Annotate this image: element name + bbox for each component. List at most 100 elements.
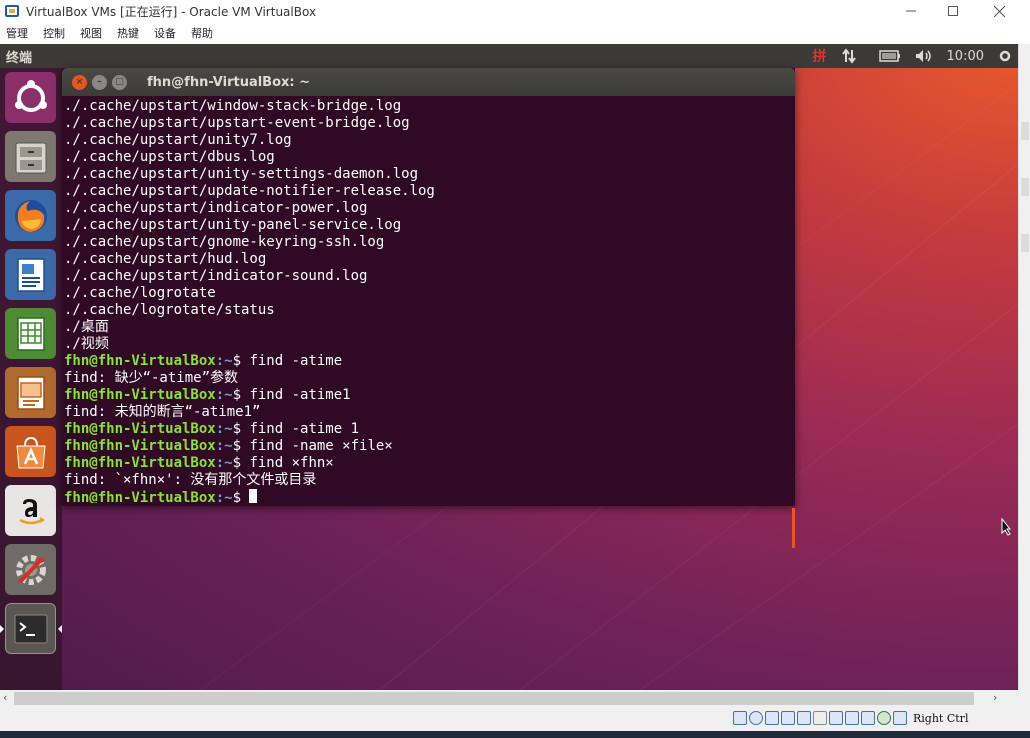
- terminal-output-line: ./.cache/upstart/update-notifier-release…: [64, 183, 790, 200]
- horizontal-scroll-thumb[interactable]: [14, 692, 974, 705]
- terminal-output-line: find: `×fhn×': 没有那个文件或目录: [64, 472, 790, 489]
- prompt-sign: $: [232, 421, 242, 437]
- output-text: ./.cache/upstart/dbus.log: [64, 149, 275, 165]
- host-window-title: VirtualBox VMs [正在运行] - Oracle VM Virtua…: [26, 4, 317, 19]
- ubuntu-top-panel: 终端 拼 10:00: [0, 44, 1018, 68]
- terminal-output-line: ./.cache/upstart/unity-panel-service.log: [64, 217, 790, 234]
- launcher-impress[interactable]: [5, 367, 56, 418]
- guest-display[interactable]: 终端 拼 10:00 × – □ fhn@fhn-VirtualBox: ~ .…: [0, 44, 1018, 690]
- menu-manage[interactable]: 管理: [6, 23, 28, 43]
- battery-indicator[interactable]: [878, 50, 901, 62]
- command-text: [241, 490, 249, 503]
- focused-app-pip: [58, 625, 62, 633]
- software-center-icon: [15, 436, 46, 468]
- output-text: ./.cache/upstart/unity-panel-service.log: [64, 217, 402, 233]
- launcher-amazon[interactable]: [5, 485, 56, 536]
- terminal-output-line: ./.cache/upstart/indicator-power.log: [64, 200, 790, 217]
- network-indicator[interactable]: [841, 48, 857, 64]
- vm-statusbar: Right Ctrl: [0, 707, 1030, 731]
- output-text: ./.cache/upstart/gnome-keyring-ssh.log: [64, 234, 385, 250]
- terminal-window[interactable]: × – □ fhn@fhn-VirtualBox: ~ ./.cache/ups…: [62, 68, 795, 548]
- vertical-scrollbar[interactable]: [1018, 44, 1030, 690]
- maximize-icon: □: [115, 76, 124, 87]
- close-button[interactable]: [976, 0, 1022, 22]
- terminal-scroll-indicator[interactable]: [792, 508, 795, 548]
- mouse-integration-icon[interactable]: [877, 711, 891, 725]
- audio-icon[interactable]: [765, 711, 779, 725]
- launcher-files[interactable]: [5, 131, 56, 182]
- video-capture-icon[interactable]: [845, 711, 859, 725]
- menu-devices[interactable]: 设备: [154, 23, 176, 43]
- terminal-prompt-line: fhn@fhn-VirtualBox:~$ find ×fhn×: [64, 455, 790, 472]
- usb-icon[interactable]: [797, 711, 811, 725]
- network-icon[interactable]: [781, 711, 795, 725]
- shared-folders-icon[interactable]: [813, 711, 827, 725]
- command-text: find -atime: [241, 353, 343, 369]
- maximize-icon: [948, 6, 958, 16]
- launcher-firefox[interactable]: [5, 190, 56, 241]
- panel-clock[interactable]: 10:00: [947, 49, 984, 64]
- terminal-prompt-line: fhn@fhn-VirtualBox:~$: [64, 489, 790, 503]
- output-text: find: `×fhn×': 没有那个文件或目录: [64, 472, 317, 488]
- launcher-software[interactable]: [5, 426, 56, 477]
- command-text: find -atime 1: [241, 421, 360, 437]
- menu-hotkeys[interactable]: 热键: [117, 23, 139, 43]
- libreoffice-impress-icon: [16, 375, 45, 410]
- terminal-output-line: ./.cache/logrotate: [64, 285, 790, 302]
- launcher-settings[interactable]: [5, 544, 56, 595]
- optical-drive-icon[interactable]: [749, 711, 763, 725]
- terminal-output-line: ./.cache/logrotate/status: [64, 302, 790, 319]
- command-text: find -atime1: [241, 387, 351, 403]
- launcher-terminal[interactable]: [5, 603, 56, 654]
- prompt-path: :~: [215, 455, 233, 471]
- terminal-output-line: ./.cache/upstart/unity7.log: [64, 132, 790, 149]
- terminal-output-line: ./.cache/upstart/hud.log: [64, 251, 790, 268]
- output-text: ./.cache/upstart/unity7.log: [64, 132, 292, 148]
- vt-x-icon[interactable]: [861, 711, 875, 725]
- terminal-minimize-button[interactable]: –: [92, 74, 107, 90]
- hard-disk-icon[interactable]: [733, 711, 747, 725]
- host-menubar: 管理 控制 视图 热键 设备 帮助: [0, 22, 1030, 44]
- firefox-icon: [14, 199, 47, 232]
- horizontal-scrollbar[interactable]: ‹ ›: [0, 690, 1018, 707]
- terminal-maximize-button[interactable]: □: [112, 74, 127, 90]
- session-indicator[interactable]: [998, 49, 1012, 63]
- prompt-sign: $: [232, 387, 242, 403]
- virtualbox-app-icon: [5, 5, 19, 17]
- scroll-segment: [1021, 122, 1029, 140]
- terminal-output-line: ./.cache/upstart/window-stack-bridge.log: [64, 98, 790, 115]
- output-text: find: 缺少“-atime”参数: [64, 370, 239, 386]
- menu-control[interactable]: 控制: [43, 23, 65, 43]
- menu-help[interactable]: 帮助: [191, 23, 213, 43]
- terminal-output-line: ./桌面: [64, 319, 790, 336]
- scroll-segment: [1021, 234, 1029, 252]
- launcher-writer[interactable]: [5, 249, 56, 300]
- prompt-sign: $: [232, 490, 242, 503]
- sound-indicator[interactable]: [915, 49, 933, 63]
- launcher-dash[interactable]: [5, 72, 56, 123]
- terminal-output[interactable]: ./.cache/upstart/window-stack-bridge.log…: [64, 98, 790, 503]
- scroll-left-icon[interactable]: ‹: [3, 691, 7, 704]
- prompt-user: fhn@fhn-VirtualBox: [64, 387, 216, 403]
- maximize-button[interactable]: [930, 0, 976, 22]
- prompt-user: fhn@fhn-VirtualBox: [64, 455, 216, 471]
- terminal-prompt-line: fhn@fhn-VirtualBox:~$ find -name ×file×: [64, 438, 790, 455]
- amazon-icon: [18, 498, 45, 524]
- prompt-user: fhn@fhn-VirtualBox: [64, 490, 216, 503]
- display-icon[interactable]: [829, 711, 843, 725]
- terminal-close-button[interactable]: ×: [72, 74, 87, 90]
- prompt-path: :~: [215, 421, 233, 437]
- launcher-calc[interactable]: [5, 308, 56, 359]
- keyboard-capture-icon[interactable]: [893, 711, 907, 725]
- terminal-titlebar[interactable]: × – □ fhn@fhn-VirtualBox: ~: [62, 68, 795, 96]
- terminal-prompt-line: fhn@fhn-VirtualBox:~$ find -atime 1: [64, 421, 790, 438]
- gear-icon: [999, 50, 1011, 62]
- close-icon: [993, 5, 1005, 17]
- menu-view[interactable]: 视图: [80, 23, 102, 43]
- scroll-right-icon[interactable]: ›: [993, 691, 997, 704]
- minimize-button[interactable]: [888, 0, 934, 22]
- minimize-icon: [906, 10, 916, 12]
- input-method-indicator[interactable]: 拼: [813, 46, 827, 66]
- prompt-path: :~: [215, 490, 233, 503]
- terminal-output-line: ./.cache/upstart/dbus.log: [64, 149, 790, 166]
